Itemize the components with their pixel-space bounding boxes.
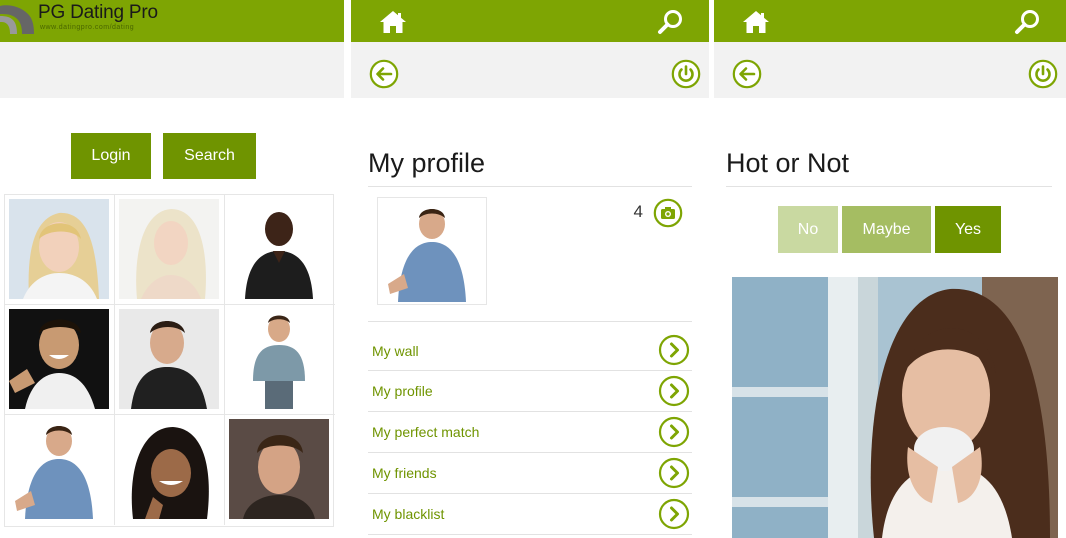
camera-icon[interactable] bbox=[653, 198, 683, 228]
sub-bar bbox=[0, 42, 344, 98]
page-title: My profile bbox=[368, 148, 486, 178]
logo-text: PG Dating Pro bbox=[38, 2, 158, 23]
my-profile-panel: My profile 4 My wall My profile My perfe… bbox=[351, 0, 709, 538]
chevron-right-icon[interactable] bbox=[658, 498, 690, 530]
profile-photo[interactable] bbox=[377, 197, 487, 305]
top-bar: PG Dating Pro www.datingpro.com/dating bbox=[0, 0, 344, 42]
login-panel: PG Dating Pro www.datingpro.com/dating L… bbox=[0, 0, 344, 538]
menu-item-my-profile[interactable]: My profile bbox=[368, 371, 692, 412]
menu-item-label: My friends bbox=[372, 465, 437, 481]
divider bbox=[726, 186, 1052, 187]
member-photo[interactable] bbox=[225, 195, 335, 305]
menu-item-my-perfect-match[interactable]: My perfect match bbox=[368, 412, 692, 453]
member-photo[interactable] bbox=[115, 415, 225, 525]
chevron-right-icon[interactable] bbox=[658, 375, 690, 407]
logo-tagline: www.datingpro.com/dating bbox=[40, 24, 135, 31]
top-bar bbox=[714, 0, 1066, 42]
back-arrow-icon[interactable] bbox=[732, 59, 762, 89]
chevron-right-icon[interactable] bbox=[658, 334, 690, 366]
divider bbox=[368, 186, 692, 187]
home-icon[interactable] bbox=[379, 10, 407, 34]
sub-bar bbox=[351, 42, 709, 98]
members-grid bbox=[4, 194, 335, 527]
profile-menu: My wall My profile My perfect match My f… bbox=[368, 321, 692, 535]
vote-yes-button[interactable]: Yes bbox=[935, 206, 1001, 253]
menu-item-my-blacklist[interactable]: My blacklist bbox=[368, 494, 692, 535]
member-photo[interactable] bbox=[225, 415, 335, 525]
member-photo[interactable] bbox=[115, 195, 225, 305]
chevron-right-icon[interactable] bbox=[658, 416, 690, 448]
search-icon[interactable] bbox=[657, 9, 683, 35]
menu-item-label: My perfect match bbox=[372, 424, 480, 440]
back-arrow-icon[interactable] bbox=[369, 59, 399, 89]
home-icon[interactable] bbox=[742, 10, 770, 34]
vote-maybe-button[interactable]: Maybe bbox=[842, 206, 931, 253]
page-title: Hot or Not bbox=[726, 148, 850, 178]
photo-count: 4 bbox=[633, 202, 643, 221]
member-photo[interactable] bbox=[5, 195, 115, 305]
member-photo[interactable] bbox=[225, 305, 335, 415]
member-photo[interactable] bbox=[5, 305, 115, 415]
vote-no-button[interactable]: No bbox=[778, 206, 838, 253]
power-icon[interactable] bbox=[1028, 59, 1058, 89]
menu-item-label: My blacklist bbox=[372, 506, 445, 522]
logo-icon bbox=[0, 5, 34, 34]
login-button[interactable]: Login bbox=[71, 133, 151, 179]
hot-or-not-panel: Hot or Not No Maybe Yes bbox=[714, 0, 1066, 538]
hot-or-not-photo bbox=[732, 277, 1058, 538]
member-photo[interactable] bbox=[5, 415, 115, 525]
chevron-right-icon[interactable] bbox=[658, 457, 690, 489]
power-icon[interactable] bbox=[671, 59, 701, 89]
search-button[interactable]: Search bbox=[163, 133, 256, 179]
menu-item-my-wall[interactable]: My wall bbox=[368, 321, 692, 371]
top-bar bbox=[351, 0, 709, 42]
menu-item-label: My wall bbox=[372, 342, 419, 359]
search-icon[interactable] bbox=[1014, 9, 1040, 35]
member-photo[interactable] bbox=[115, 305, 225, 415]
menu-item-my-friends[interactable]: My friends bbox=[368, 453, 692, 494]
menu-item-label: My profile bbox=[372, 383, 433, 399]
sub-bar bbox=[714, 42, 1066, 98]
